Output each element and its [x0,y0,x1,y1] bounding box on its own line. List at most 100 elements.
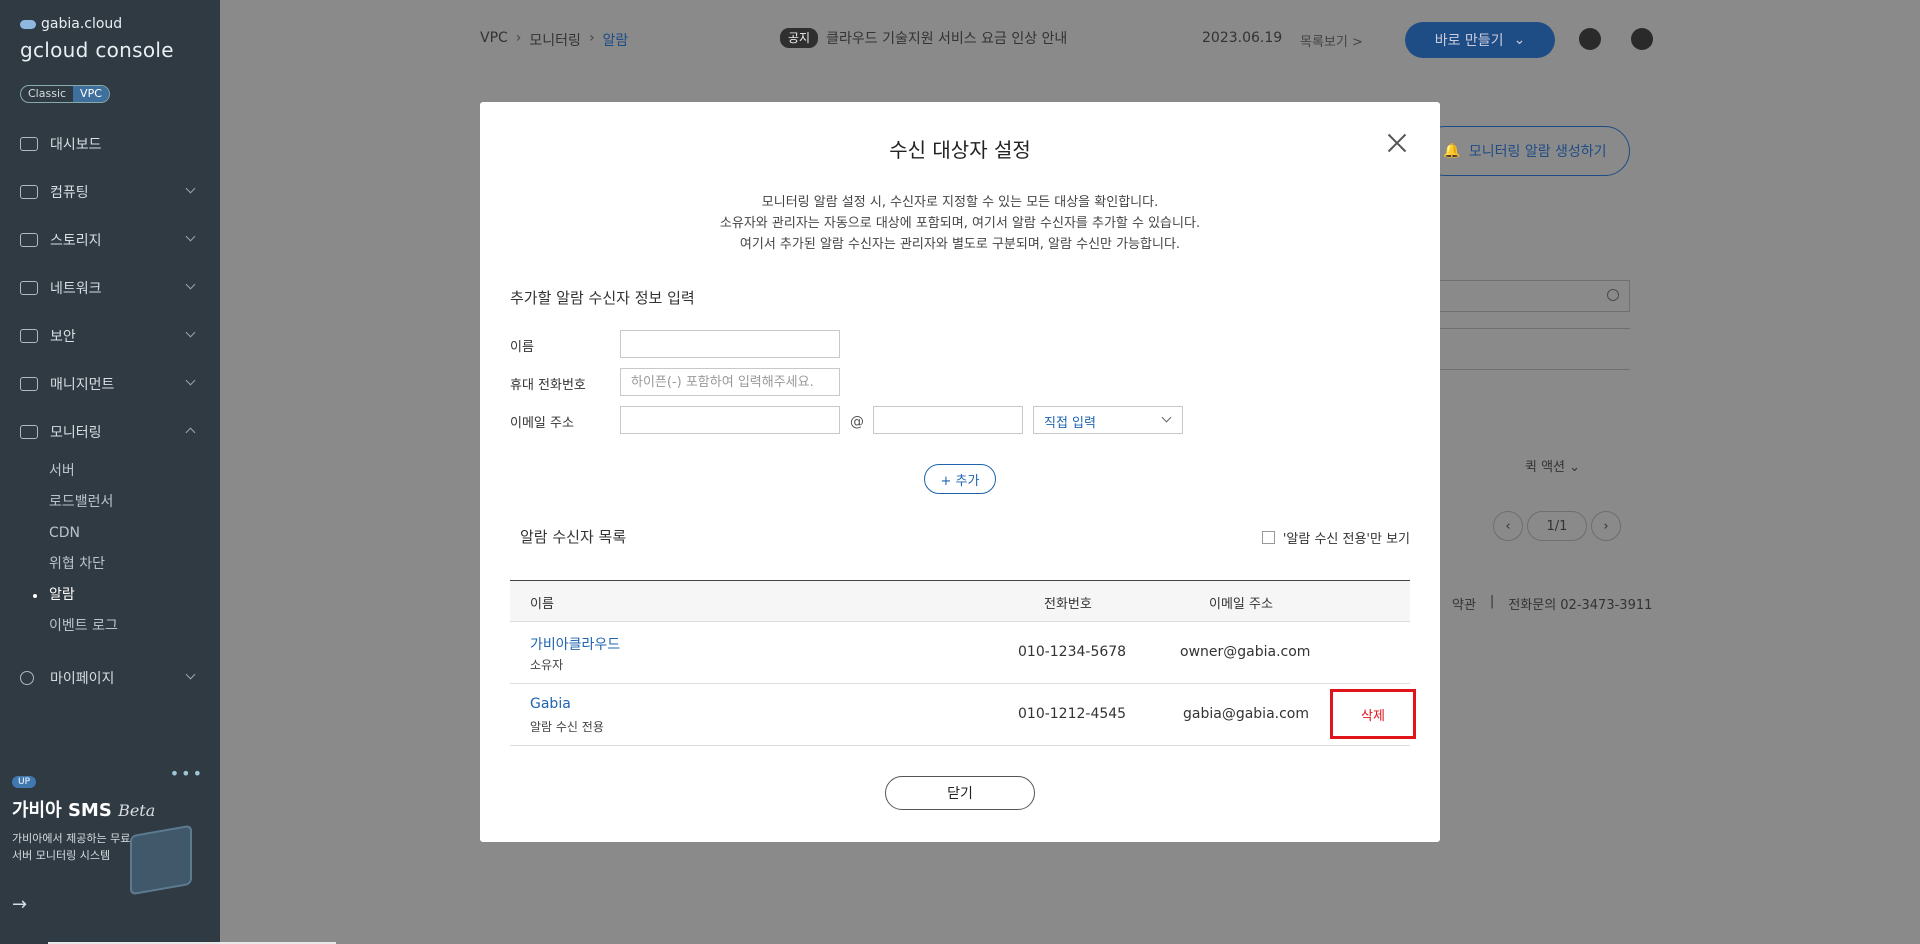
more-dots-icon: ••• [169,764,204,783]
sidebar-item-label: 마이페이지 [50,671,115,687]
phone-input[interactable] [620,368,840,396]
breadcrumb-item[interactable]: 모니터링 [529,30,581,50]
subnav-item-cdn[interactable]: CDN [49,518,220,549]
subnav-item-loadbalancer[interactable]: 로드밸런서 [49,487,220,518]
create-alarm-label: 모니터링 알람 생성하기 [1468,144,1607,160]
monitoring-subnav: 서버 로드밸런서 CDN 위협 차단 알람 이벤트 로그 [0,456,220,642]
sidebar-item-storage[interactable]: 스토리지 [0,216,220,264]
alarm-only-label: '알람 수신 전용'만 보기 [1282,532,1410,547]
add-recipient-button[interactable]: + 추가 [924,464,996,494]
sidebar-item-management[interactable]: 매니지먼트 [0,360,220,408]
email-domain-select[interactable]: 직접 입력 [1033,406,1183,434]
page-next-button[interactable]: › [1591,511,1621,541]
table-row: Gabia 알람 수신 전용 010-1212-4545 gabia@gabia… [510,684,1416,746]
chevron-up-icon [185,427,196,438]
subnav-item-threat-block[interactable]: 위협 차단 [49,549,220,580]
modal-title: 수신 대상자 설정 [889,138,1031,162]
subnav-item-alarm[interactable]: 알람 [33,580,220,611]
create-alarm-button[interactable]: 🔔 모니터링 알람 생성하기 [1420,126,1630,176]
recipient-settings-modal: 수신 대상자 설정 모니터링 알람 설정 시, 수신자로 지정할 수 있는 모든… [480,102,1440,842]
laptop-illustration-icon [130,824,192,896]
notice-banner[interactable]: 공지 클라우드 기술지원 서비스 요금 인상 안내 [780,28,1067,48]
notice-tag: 공지 [780,28,819,48]
close-icon[interactable] [1386,132,1408,154]
chevron-down-icon [185,231,196,242]
alarm-search-input[interactable] [1420,280,1630,312]
notice-date: 2023.06.19 [1202,30,1283,46]
email-domain-input[interactable] [873,406,1023,434]
recipient-table: 이름 전화번호 이메일 주소 가비아클라우드 소유자 010-1234-5678… [510,580,1416,746]
chevron-down-icon [185,375,196,386]
arrow-right-icon[interactable]: → [12,894,27,915]
quick-create-button[interactable]: 바로 만들기 ⌄ [1405,22,1555,58]
notice-text: 클라우드 기술지원 서비스 요금 인상 안내 [826,31,1068,47]
recipient-role: 알람 수신 전용 [530,720,604,734]
notice-list-link[interactable]: 목록보기 > [1300,31,1363,50]
recipient-name-link[interactable]: Gabia [530,696,571,712]
recipient-name-link[interactable]: 가비아클라우드 [530,634,620,654]
sidebar-item-dashboard[interactable]: 대시보드 [0,120,220,168]
footer-phone: 전화문의 02-3473-3911 [1508,598,1653,613]
email-label: 이메일 주소 [510,416,574,431]
brand-logo-small[interactable]: gabia.cloud [20,16,122,32]
sms-promo-banner[interactable]: ••• UP 가비아 SMS Beta 가비아에서 제공하는 무료 서버 모니터… [0,760,220,944]
user-icon[interactable] [1631,28,1653,50]
email-local-input[interactable] [620,406,840,434]
alarm-only-checkbox[interactable] [1261,531,1275,544]
breadcrumb-separator: › [515,30,522,46]
subnav-item-server[interactable]: 서버 [49,456,220,487]
mode-vpc[interactable]: VPC [73,86,109,102]
chevron-down-icon [185,327,196,338]
close-modal-button[interactable]: 닫기 [885,776,1035,810]
breadcrumb-current: 알람 [602,33,629,49]
name-input[interactable] [620,330,840,358]
breadcrumb-separator: › [588,30,595,46]
quick-action-dropdown[interactable]: 퀵 액션 ⌄ [1525,456,1580,475]
recipient-phone: 010-1234-5678 [1018,644,1127,660]
mode-classic[interactable]: Classic [21,86,73,102]
form-section-title: 추가할 알람 수신자 정보 입력 [510,289,695,307]
breadcrumb-item[interactable]: VPC [480,30,508,50]
quick-create-label: 바로 만들기 [1434,33,1504,49]
sidebar-item-label: 스토리지 [50,233,102,249]
bell-icon: 🔔 [1443,143,1461,159]
footer: 약관 | 전화문의 02-3473-3911 [1452,594,1652,613]
recipient-role: 소유자 [530,658,564,672]
promo-title-beta: Beta [118,801,156,820]
sidebar-item-computing[interactable]: 컴퓨팅 [0,168,220,216]
promo-title-text: 가비아 SMS [12,800,112,821]
chevron-down-icon [1161,412,1172,423]
page-indicator: 1/1 [1527,511,1587,541]
chevron-down-icon [185,183,196,194]
recipient-email: gabia@gabia.com [1183,706,1309,722]
chat-icon[interactable] [1579,28,1601,50]
table-header: 이름 전화번호 이메일 주소 [510,580,1410,622]
network-icon [20,281,38,295]
recipient-email: owner@gabia.com [1180,644,1311,660]
brand-title[interactable]: gcloud console [20,38,174,62]
email-domain-select-value: 직접 입력 [1044,416,1096,431]
page-prev-button[interactable]: ‹ [1493,511,1523,541]
description-line: 모니터링 알람 설정 시, 수신자로 지정할 수 있는 모든 대상을 확인합니다… [761,195,1159,210]
footer-separator: | [1489,594,1495,609]
name-label: 이름 [510,340,534,355]
sidebar-item-mypage[interactable]: 마이페이지 [0,654,220,702]
sidebar-item-label: 모니터링 [50,425,102,441]
sidebar-item-network[interactable]: 네트워크 [0,264,220,312]
phone-label: 휴대 전화번호 [510,378,586,393]
sidebar: gabia.cloud gcloud console Classic VPC 대… [0,0,220,944]
sidebar-item-monitoring[interactable]: 모니터링 [0,408,220,456]
sidebar-item-label: 보안 [50,329,76,345]
sidebar-nav: 대시보드 컴퓨팅 스토리지 네트워크 보안 매니지먼트 모니터링 서버 로드밸런… [0,120,220,702]
delete-recipient-button[interactable]: 삭제 [1330,689,1416,739]
subnav-item-event-log[interactable]: 이벤트 로그 [49,611,220,642]
sidebar-item-label: 대시보드 [50,137,102,153]
dashboard-icon [20,137,38,151]
footer-terms-link[interactable]: 약관 [1452,594,1476,613]
brand-small-text: gabia.cloud [41,16,123,32]
table-header-row [1420,328,1630,370]
pagination: ‹ 1/1 › [1493,511,1621,541]
sidebar-item-security[interactable]: 보안 [0,312,220,360]
column-name: 이름 [530,597,554,612]
alarm-only-filter[interactable]: '알람 수신 전용'만 보기 [1261,528,1410,547]
